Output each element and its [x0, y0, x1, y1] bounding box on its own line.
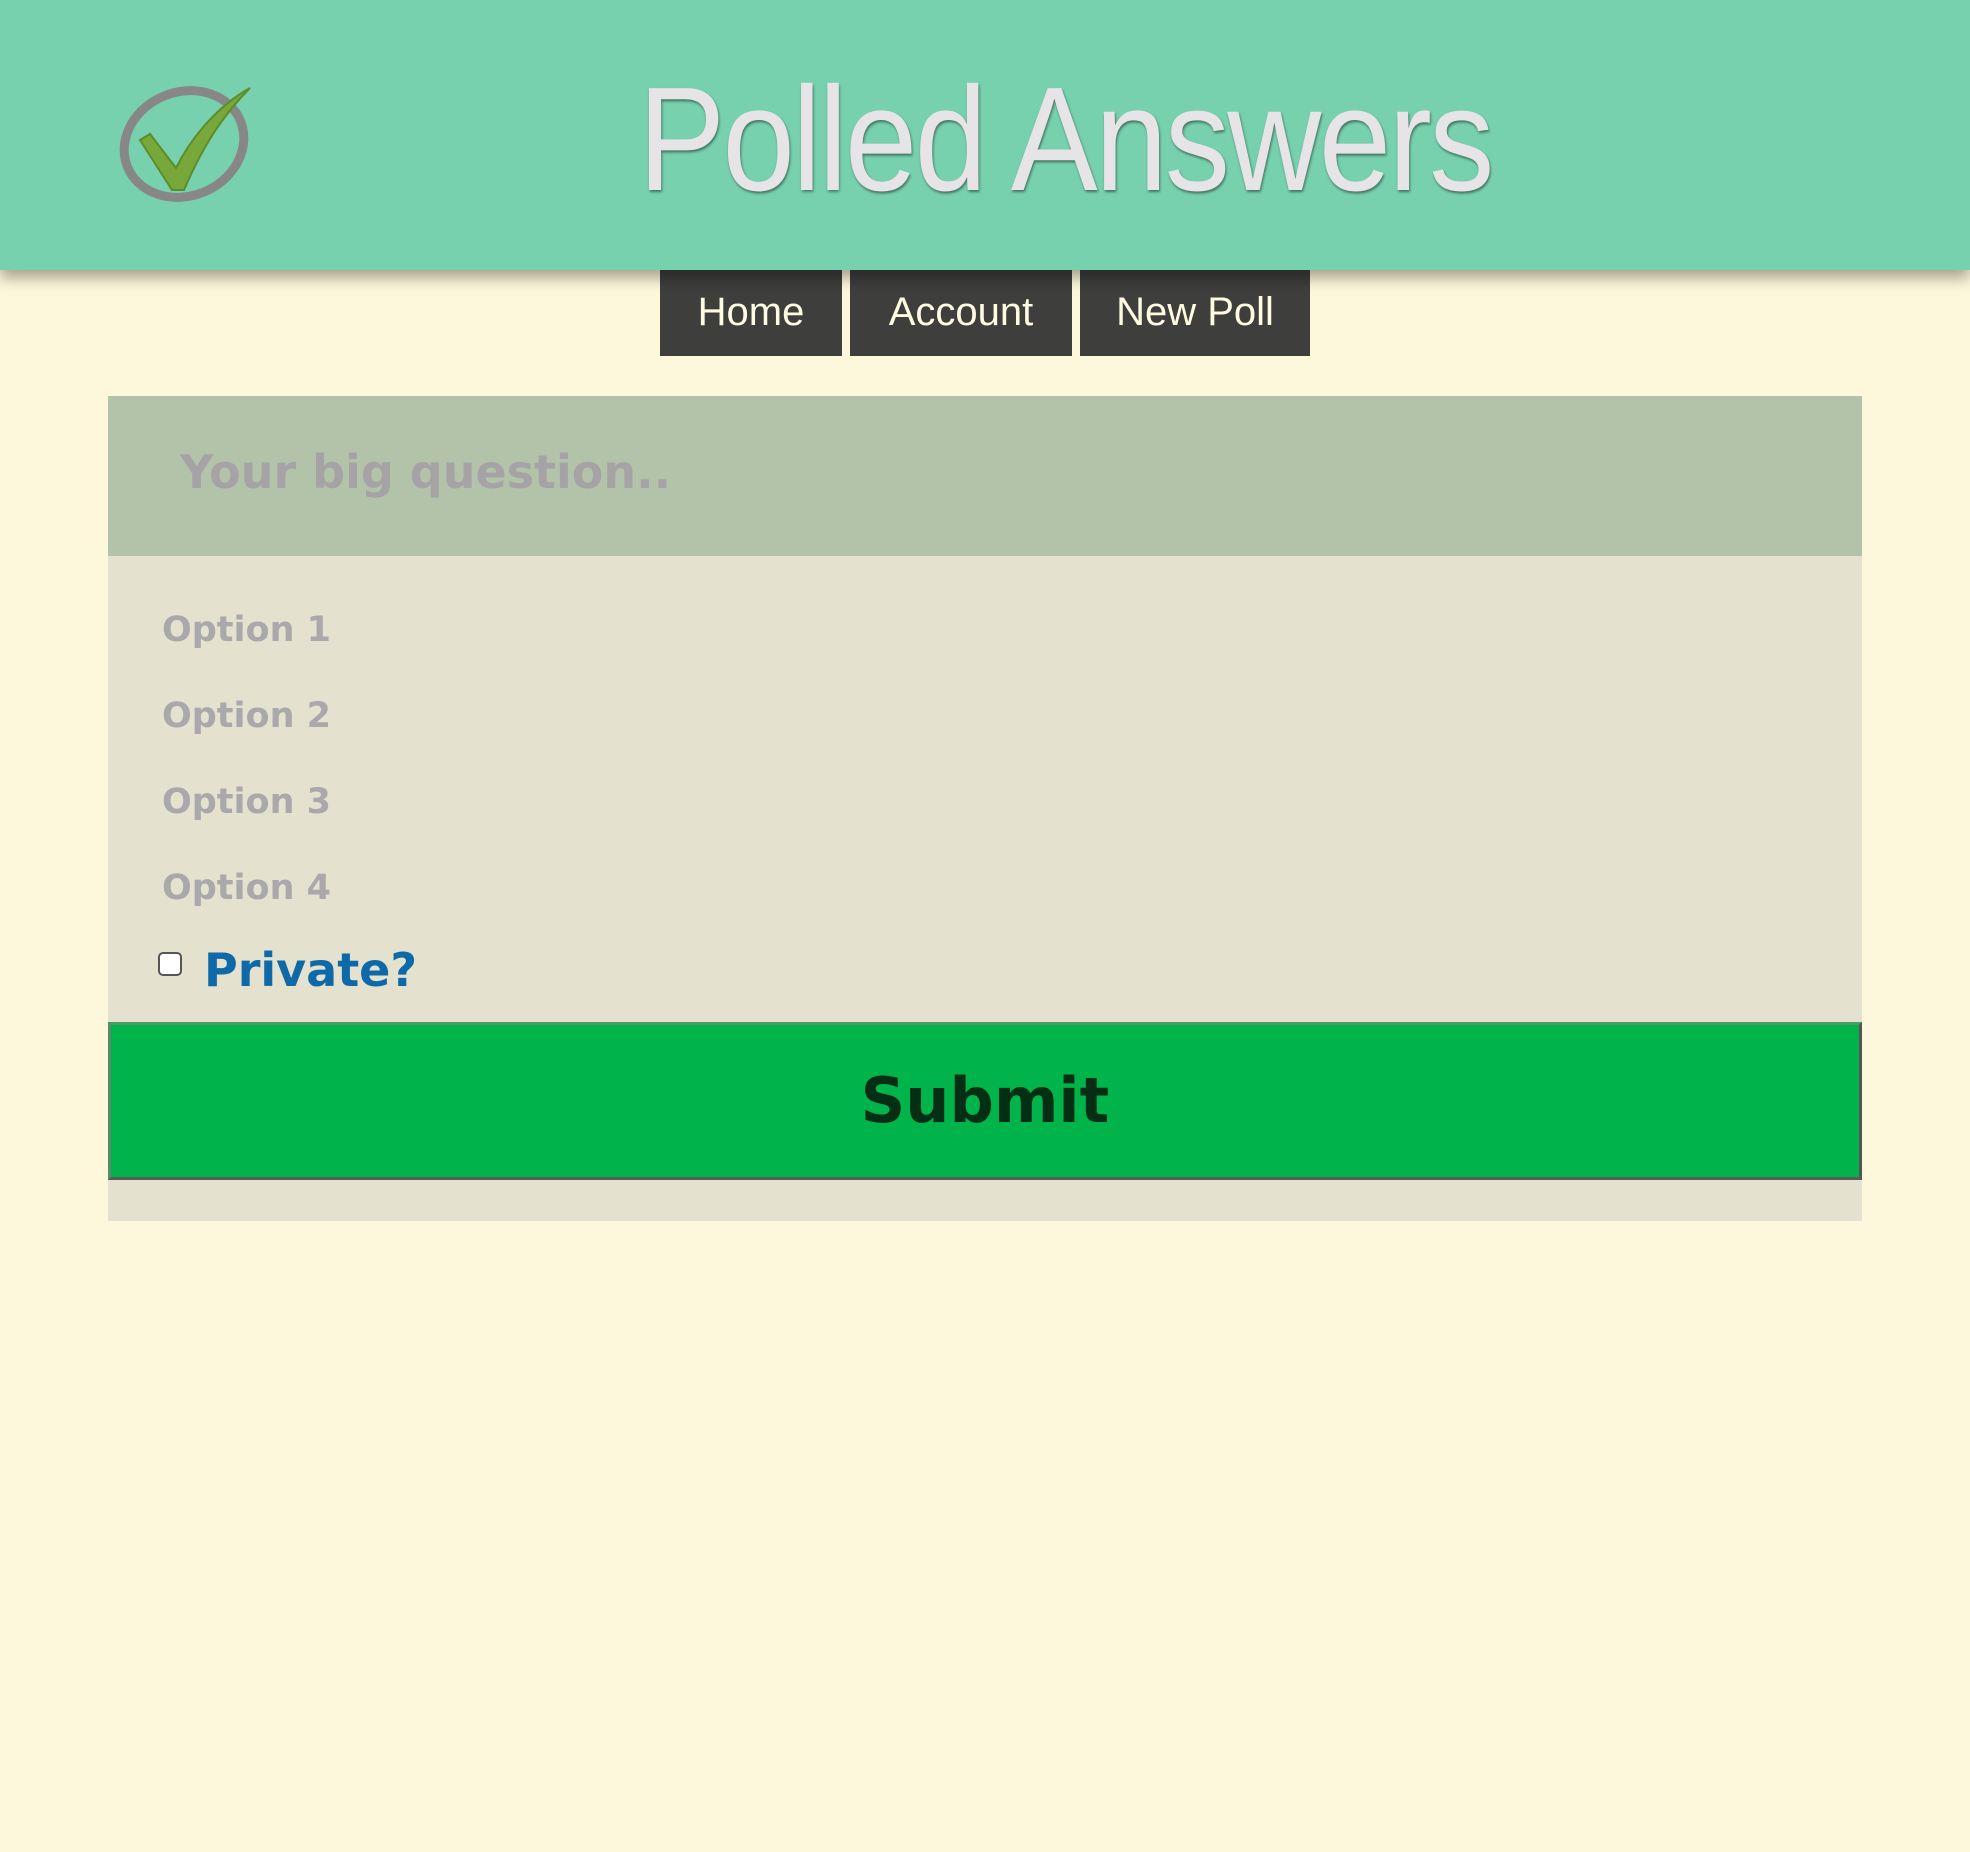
option-3-input[interactable] [162, 772, 1762, 832]
private-label[interactable]: Private? [204, 940, 417, 1000]
main-nav: Home Account New Poll [0, 270, 1970, 356]
submit-button[interactable]: Submit [108, 1022, 1862, 1180]
option-2-input[interactable] [162, 686, 1762, 746]
nav-account-button[interactable]: Account [850, 270, 1072, 356]
site-header: Polled Answers [0, 0, 1970, 270]
option-1-input[interactable] [162, 600, 1762, 660]
poll-form: Private? Submit [108, 396, 1862, 1221]
option-4-input[interactable] [162, 858, 1762, 918]
nav-new-poll-button[interactable]: New Poll [1080, 270, 1310, 356]
question-box [108, 396, 1862, 556]
private-checkbox[interactable] [158, 952, 182, 976]
site-title: Polled Answers [638, 57, 1494, 222]
question-input[interactable] [180, 432, 1780, 512]
nav-home-button[interactable]: Home [660, 270, 842, 356]
